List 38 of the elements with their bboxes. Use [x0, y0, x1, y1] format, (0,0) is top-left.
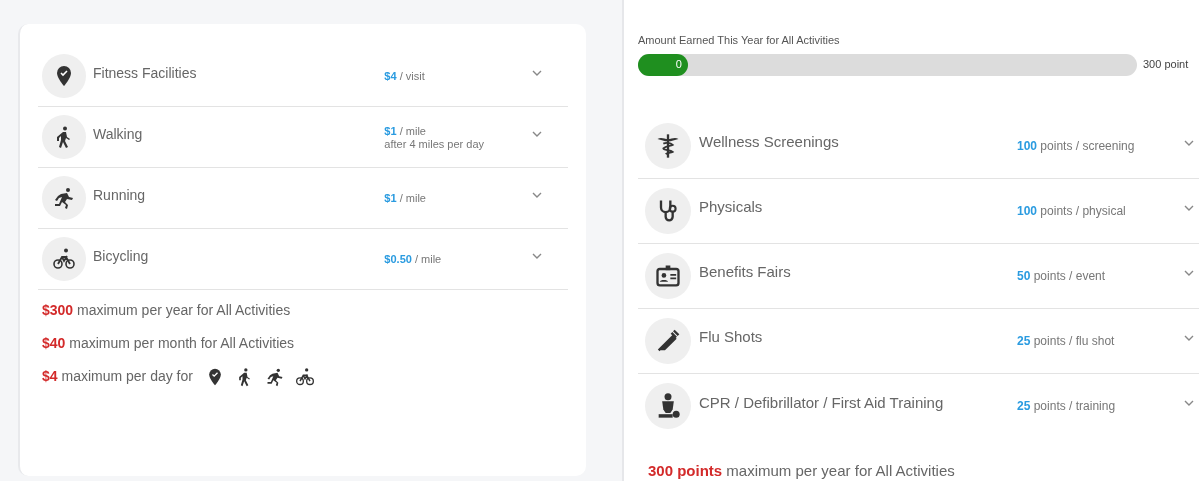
progress-label: Amount Earned This Year for All Activities: [638, 33, 841, 48]
rate-text: $0.50 / mile: [384, 252, 443, 266]
limit-text: $4 maximum per day for: [42, 367, 193, 386]
chevron-down-icon[interactable]: [1184, 334, 1194, 341]
rate-text: 50 points / event: [1017, 267, 1107, 285]
rate-text: $1 / mile: [384, 124, 427, 138]
chevron-down-icon[interactable]: [532, 70, 542, 76]
rate-text: 100 points / physical: [1017, 202, 1127, 220]
chevron-down-icon[interactable]: [1184, 269, 1194, 276]
activity-name: Walking: [93, 124, 144, 144]
limit-text: 300 points maximum per year for All Activities: [648, 461, 955, 479]
rate-text: 25 points / training: [1017, 398, 1117, 415]
rate-text: $1 / mile: [384, 191, 427, 205]
activity-name: Running: [93, 185, 147, 205]
rate-note: after 4 miles per day: [384, 137, 485, 150]
activity-name: Bicycling: [93, 246, 150, 266]
chevron-down-icon[interactable]: [1184, 400, 1194, 406]
activity-name: CPR / Defibrillator / First Aid Training: [699, 392, 945, 413]
bicycle-icon: [52, 247, 76, 271]
chevron-down-icon[interactable]: [532, 253, 542, 259]
rate-text: $4 / visit: [384, 69, 426, 83]
limit-text: $40 maximum per month for All Activities: [42, 334, 295, 353]
limit-text: $300 maximum per year for All Activities: [42, 301, 291, 320]
progress-max: 300 point: [1143, 57, 1189, 73]
bicycle-icon: [294, 366, 315, 387]
progress-fill: 0: [638, 53, 688, 76]
rate-text: 100 points / screening: [1017, 137, 1136, 155]
chevron-down-icon[interactable]: [532, 131, 542, 137]
chevron-down-icon[interactable]: [1184, 204, 1194, 211]
activity-name: Wellness Screenings: [699, 132, 840, 153]
activity-name: Flu Shots: [699, 327, 764, 348]
rate-text: 25 points / flu shot: [1017, 332, 1116, 350]
chevron-down-icon[interactable]: [532, 192, 542, 198]
chevron-down-icon[interactable]: [1184, 139, 1194, 146]
running-person-icon: [52, 186, 76, 210]
activity-name: Fitness Facilities: [93, 63, 198, 83]
activity-name: Physicals: [699, 197, 764, 218]
activity-name: Benefits Fairs: [699, 262, 792, 283]
